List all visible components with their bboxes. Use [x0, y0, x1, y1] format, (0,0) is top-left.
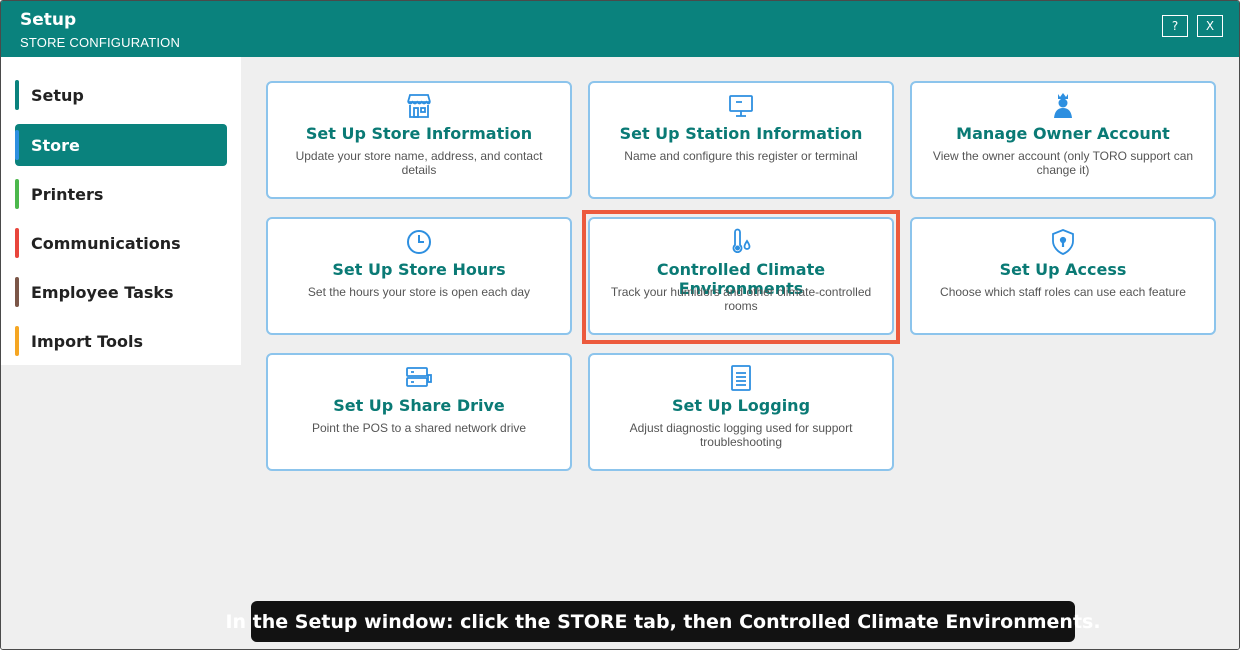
sidebar-item-employee-tasks[interactable]: Employee Tasks — [15, 271, 227, 313]
storefront-icon — [268, 91, 570, 121]
card-title: Set Up Store Information — [305, 124, 533, 143]
card-controlled-climate[interactable]: Controlled Climate Environments Track yo… — [588, 217, 894, 335]
sidebar-item-store[interactable]: Store — [15, 124, 227, 166]
document-log-icon — [590, 363, 892, 393]
card-title: Set Up Store Hours — [332, 260, 506, 279]
card-owner-account[interactable]: Manage Owner Account View the owner acco… — [910, 81, 1216, 199]
sidebar-item-label: Store — [31, 135, 80, 155]
sidebar-item-communications[interactable]: Communications — [15, 222, 227, 264]
card-station-information[interactable]: Set Up Station Information Name and conf… — [588, 81, 894, 199]
sidebar-accent-bar — [15, 80, 19, 110]
title-bar: Setup STORE CONFIGURATION ? X — [1, 1, 1239, 57]
window-subtitle: STORE CONFIGURATION — [20, 35, 181, 50]
window-title: Setup — [20, 10, 77, 30]
sidebar-item-label: Printers — [31, 184, 104, 204]
card-title: Set Up Station Information — [619, 124, 863, 143]
shield-keyhole-icon — [912, 227, 1214, 257]
thermometer-droplet-icon — [590, 227, 892, 257]
card-description: View the owner account (only TORO suppor… — [932, 149, 1194, 177]
card-description: Adjust diagnostic logging used for suppo… — [629, 421, 853, 449]
card-share-drive[interactable]: Set Up Share Drive Point the POS to a sh… — [266, 353, 572, 471]
sidebar-accent-bar — [15, 326, 19, 356]
card-title: Set Up Logging — [671, 396, 811, 415]
monitor-icon — [590, 91, 892, 121]
card-title: Set Up Access — [999, 260, 1127, 279]
setup-window: Setup STORE CONFIGURATION ? X Setup Stor… — [0, 0, 1240, 650]
card-title: Manage Owner Account — [956, 124, 1170, 143]
sidebar-item-import-tools[interactable]: Import Tools — [15, 320, 227, 362]
sidebar-item-setup[interactable]: Setup — [15, 74, 227, 116]
close-button[interactable]: X — [1197, 15, 1223, 37]
card-description: Name and configure this register or term… — [624, 149, 858, 163]
card-access[interactable]: Set Up Access Choose which staff roles c… — [910, 217, 1216, 335]
sidebar-panel: Setup Store Printers Communications Empl… — [1, 57, 241, 365]
sidebar-accent-bar — [15, 130, 19, 160]
card-store-hours[interactable]: Set Up Store Hours Set the hours your st… — [266, 217, 572, 335]
card-logging[interactable]: Set Up Logging Adjust diagnostic logging… — [588, 353, 894, 471]
sidebar-accent-bar — [15, 179, 19, 209]
sidebar-item-printers[interactable]: Printers — [15, 173, 227, 215]
help-button[interactable]: ? — [1162, 15, 1188, 37]
card-description: Point the POS to a shared network drive — [311, 421, 527, 435]
card-description: Track your humidors and other climate-co… — [610, 285, 872, 313]
sidebar-item-label: Employee Tasks — [31, 282, 174, 302]
clock-icon — [268, 227, 570, 257]
owner-crown-icon — [912, 91, 1214, 121]
card-store-information[interactable]: Set Up Store Information Update your sto… — [266, 81, 572, 199]
sidebar-item-label: Setup — [31, 85, 84, 105]
sidebar-item-label: Import Tools — [31, 331, 143, 351]
server-drive-icon — [268, 363, 570, 393]
instruction-caption: In the Setup window: click the STORE tab… — [225, 601, 1101, 642]
card-title: Set Up Share Drive — [333, 396, 505, 415]
sidebar-item-label: Communications — [31, 233, 181, 253]
sidebar-accent-bar — [15, 277, 19, 307]
card-description: Set the hours your store is open each da… — [307, 285, 531, 299]
sidebar-accent-bar — [15, 228, 19, 258]
card-description: Update your store name, address, and con… — [295, 149, 543, 177]
card-description: Choose which staff roles can use each fe… — [940, 285, 1186, 299]
